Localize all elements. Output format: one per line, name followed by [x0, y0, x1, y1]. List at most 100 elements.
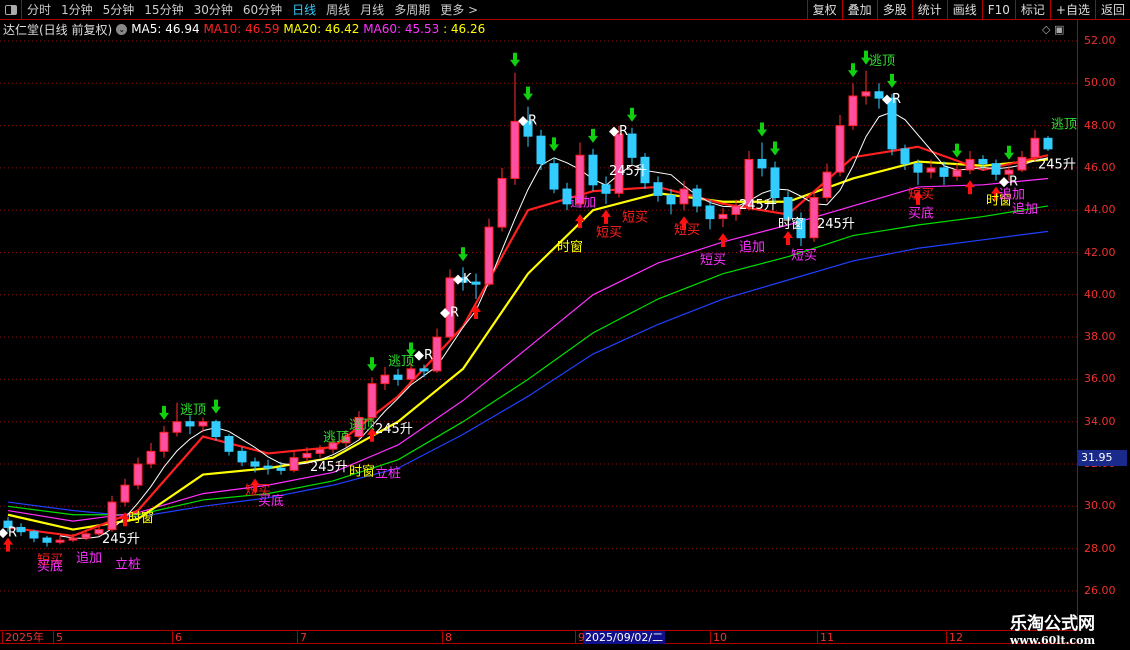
- toolbar-button[interactable]: 统计: [911, 0, 947, 20]
- panel-icon: [4, 4, 17, 15]
- signal-label: 追加: [76, 550, 102, 566]
- candle-body: [68, 537, 78, 541]
- y-tick-label: 42.00: [1084, 245, 1116, 259]
- signal-label: 时窗: [778, 216, 804, 232]
- signal-label: 追加: [739, 239, 765, 255]
- down-arrow-icon: [1004, 145, 1014, 160]
- candle-body: [913, 163, 923, 173]
- y-tick-label: 34.00: [1084, 414, 1116, 428]
- period-tab[interactable]: 5分钟: [98, 1, 140, 18]
- toolbar-button[interactable]: F10: [981, 0, 1015, 20]
- candle-body: [250, 461, 260, 467]
- candle-body: [120, 484, 130, 503]
- period-tab[interactable]: 多周期: [389, 1, 435, 18]
- toolbar-button[interactable]: 多股: [876, 0, 912, 20]
- candle-body: [159, 431, 169, 452]
- period-tab[interactable]: 分时: [22, 1, 56, 18]
- signal-label: 追加: [570, 195, 596, 211]
- period-tab[interactable]: 60分钟: [238, 1, 287, 18]
- x-tick-label: 2025年: [2, 631, 44, 644]
- x-tick-label: 12: [946, 631, 963, 644]
- signal-label: 逃顶: [180, 403, 206, 418]
- signal-label: 短买: [674, 223, 700, 238]
- period-tab[interactable]: 15分钟: [139, 1, 188, 18]
- toolbar-button[interactable]: 返回: [1094, 0, 1130, 20]
- signal-label: 245升: [1038, 158, 1076, 173]
- candle-body: [926, 167, 936, 173]
- down-arrow-icon: [367, 357, 377, 372]
- x-tick-label: 10: [710, 631, 727, 644]
- panel-toggle-button[interactable]: [0, 0, 22, 20]
- candle-body: [601, 184, 611, 194]
- x-tick-label: 5: [53, 631, 63, 644]
- period-tab[interactable]: 日线: [287, 1, 321, 18]
- logo-name: 乐淘公式网: [1010, 614, 1095, 634]
- signal-label: ◆R: [440, 306, 459, 321]
- period-tab[interactable]: 周线: [321, 1, 355, 18]
- toolbar-button[interactable]: 标记: [1014, 0, 1050, 20]
- candle-body: [666, 194, 676, 205]
- up-arrow-icon: [783, 231, 793, 246]
- y-tick-label: 44.00: [1084, 203, 1116, 217]
- signal-label: ◆R: [609, 124, 628, 139]
- candle-body: [705, 205, 715, 220]
- ma60-line: [7, 177, 1049, 522]
- period-tab[interactable]: 30分钟: [189, 1, 238, 18]
- candle-body: [978, 158, 988, 165]
- candle-body: [692, 188, 702, 207]
- down-arrow-icon: [588, 128, 598, 143]
- x-tick-label: 9: [575, 631, 585, 644]
- signal-label: 逃顶: [349, 418, 375, 433]
- signal-label: 短买: [622, 211, 648, 226]
- up-arrow-icon: [965, 180, 975, 195]
- watermark-logo: 乐淘公式网 www.60lt.com: [1000, 609, 1105, 647]
- signal-label: 245升: [817, 217, 855, 232]
- candle-body: [16, 526, 26, 533]
- candle-body: [55, 539, 65, 543]
- candle-body: [471, 281, 481, 285]
- candle-body: [939, 167, 949, 177]
- y-tick-label: 36.00: [1084, 372, 1116, 386]
- toolbar-button[interactable]: 画线: [946, 0, 982, 20]
- down-arrow-icon: [887, 73, 897, 88]
- candle-body: [315, 448, 325, 454]
- toolbar: 分时 1分钟 5分钟 15分钟 30分钟 60分钟 日线 周线 月线 多周期 更多 > 复权 叠加 多股…: [0, 0, 1130, 20]
- ma10-line: [7, 145, 1049, 538]
- candle-body: [367, 383, 377, 418]
- candle-body: [536, 135, 546, 165]
- period-tab[interactable]: 更多 >: [435, 1, 483, 18]
- toolbar-button[interactable]: 复权: [806, 0, 842, 20]
- current-price-label: 31.95: [1077, 450, 1127, 466]
- candle-body: [991, 163, 1001, 175]
- down-arrow-icon: [770, 141, 780, 156]
- candle-body: [42, 537, 52, 543]
- down-arrow-icon: [458, 247, 468, 262]
- candle-body: [718, 213, 728, 220]
- up-arrow-icon: [471, 305, 481, 320]
- candle-body: [406, 368, 416, 380]
- signal-label: ◆R: [414, 348, 433, 363]
- candle-body: [1017, 156, 1027, 171]
- up-arrow-icon: [718, 233, 728, 248]
- up-arrow-icon: [601, 209, 611, 224]
- toolbar-button[interactable]: 叠加: [841, 0, 877, 20]
- candle-body: [146, 450, 156, 465]
- candle-body: [497, 177, 507, 228]
- down-arrow-icon: [510, 52, 520, 67]
- signal-label: 时窗: [128, 510, 154, 526]
- toolbar-button[interactable]: +自选: [1049, 0, 1095, 20]
- candle-body: [29, 531, 39, 539]
- candle-body: [835, 125, 845, 173]
- ma20-line: [7, 158, 1049, 531]
- signal-label: 买底: [37, 559, 63, 575]
- candlestick-chart[interactable]: 逃顶逃顶逃顶逃顶逃顶逃顶短买买底追加 立桩时窗245升短买买底245升 时窗 立桩24…: [0, 20, 1077, 630]
- signal-label: 245升: [102, 532, 140, 547]
- candle-body: [822, 171, 832, 199]
- y-tick-label: 52.00: [1084, 34, 1116, 47]
- period-tab[interactable]: 1分钟: [56, 1, 98, 18]
- candle-body: [393, 374, 403, 380]
- signal-label: 245升: [609, 164, 647, 179]
- down-arrow-icon: [627, 107, 637, 122]
- price-axis: 26.0028.0030.0032.0034.0036.0038.0040.00…: [1077, 20, 1130, 630]
- period-tab[interactable]: 月线: [355, 1, 389, 18]
